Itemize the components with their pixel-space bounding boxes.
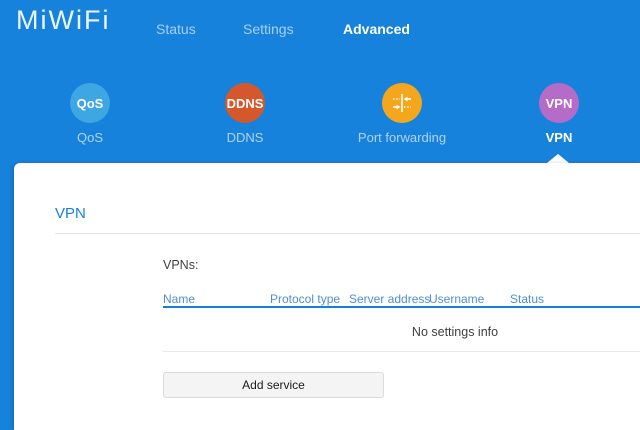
quick-nav-qos[interactable]: QoS QoS [30,83,150,145]
top-navigation-bar: MiWiFi Status Settings Advanced [0,0,640,55]
quick-nav-label: QoS [77,130,103,145]
quick-nav-label: DDNS [227,130,264,145]
quick-nav-label: Port forwarding [358,130,446,145]
qos-icon: QoS [70,83,110,123]
vpn-panel: VPN VPNs: Name Protocol type Server addr… [14,163,640,430]
empty-table-message: No settings info [412,325,498,339]
nav-item-settings[interactable]: Settings [243,21,294,37]
add-service-button[interactable]: Add service [163,372,384,398]
vpn-icon: VPN [539,83,579,123]
quick-nav-vpn[interactable]: VPN VPN [499,83,619,145]
table-row-divider [163,351,640,352]
quick-nav-ddns[interactable]: DDNS DDNS [185,83,305,145]
column-header-protocol-type: Protocol type [270,292,340,306]
table-header-divider [163,306,640,308]
column-header-server-address: Server address [349,292,430,306]
page-title: VPN [55,205,86,222]
quick-nav-port-forwarding[interactable]: Port forwarding [342,83,462,145]
vpns-section-label: VPNs: [163,258,198,272]
port-forwarding-icon [382,83,422,123]
column-header-name: Name [163,292,195,306]
column-header-username: Username [429,292,484,306]
ddns-icon: DDNS [225,83,265,123]
miwifi-logo: MiWiFi [16,5,110,36]
nav-item-advanced[interactable]: Advanced [343,21,410,37]
miwifi-admin-page: { "brand": "MiWiFi", "nav": { "items": [… [0,0,640,430]
column-header-status: Status [510,292,544,306]
panel-notch [547,154,569,163]
nav-item-status[interactable]: Status [156,21,196,37]
title-divider [55,233,640,234]
quick-nav-label: VPN [546,130,573,145]
